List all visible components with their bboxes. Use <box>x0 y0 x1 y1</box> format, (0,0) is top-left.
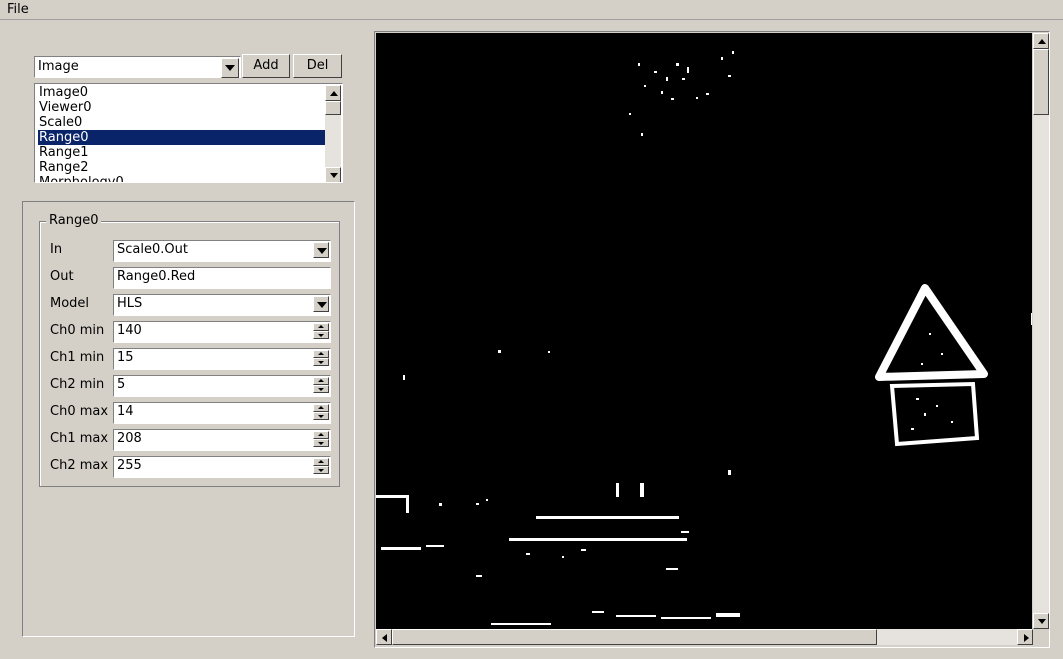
scroll-left-icon[interactable] <box>376 629 392 645</box>
prop-value: 15 <box>117 350 134 365</box>
spin-up-icon[interactable] <box>313 323 329 331</box>
chevron-down-icon[interactable] <box>313 242 329 258</box>
prop-label: Ch1 max <box>50 431 109 446</box>
node-list-item[interactable]: Morphology0 <box>38 175 327 182</box>
spin-down-icon[interactable] <box>313 412 329 420</box>
scroll-up-icon[interactable] <box>1033 33 1049 49</box>
prop-label: Ch0 min <box>50 323 105 338</box>
del-button[interactable]: Del <box>293 54 342 78</box>
chevron-down-icon[interactable] <box>221 58 239 78</box>
spin-buttons[interactable] <box>313 431 329 447</box>
prop-value: Range0.Red <box>117 269 196 284</box>
range-mask-image <box>376 33 1032 629</box>
spin-up-icon[interactable] <box>313 404 329 412</box>
chevron-down-icon[interactable] <box>313 296 329 312</box>
prop-value: 255 <box>117 458 142 473</box>
viewer-vscroll-thumb[interactable] <box>1033 49 1049 115</box>
prop-text-field[interactable]: Range0.Red <box>113 267 331 289</box>
scroll-right-icon[interactable] <box>1017 629 1033 645</box>
prop-label: In <box>50 242 63 257</box>
prop-label: Ch1 min <box>50 350 105 365</box>
prop-value: HLS <box>117 296 143 311</box>
properties-group-title: Range0 <box>46 213 102 229</box>
scroll-down-icon[interactable] <box>1033 613 1049 629</box>
prop-spinbox[interactable]: 208 <box>113 429 331 451</box>
prop-value: Scale0.Out <box>117 242 188 257</box>
prop-label: Model <box>50 296 90 311</box>
node-list-scrollbar[interactable] <box>325 85 341 182</box>
node-list-scroll-thumb[interactable] <box>325 101 341 115</box>
spin-down-icon[interactable] <box>313 466 329 474</box>
prop-select[interactable]: HLS <box>113 294 331 316</box>
node-list-item[interactable]: Range2 <box>38 160 327 175</box>
spin-buttons[interactable] <box>313 404 329 420</box>
node-list-item[interactable]: Range1 <box>38 145 327 160</box>
prop-label: Out <box>50 269 74 284</box>
prop-value: 140 <box>117 323 142 338</box>
prop-value: 5 <box>117 377 126 392</box>
prop-select[interactable]: Scale0.Out <box>113 240 331 262</box>
prop-label: Ch2 min <box>50 377 105 392</box>
spin-down-icon[interactable] <box>313 439 329 447</box>
viewer-image[interactable] <box>376 33 1032 629</box>
prop-spinbox[interactable]: 5 <box>113 375 331 397</box>
prop-value: 14 <box>117 404 134 419</box>
node-list-item[interactable]: Range0 <box>38 130 327 145</box>
spin-buttons[interactable] <box>313 458 329 474</box>
spin-buttons[interactable] <box>313 323 329 339</box>
spin-buttons[interactable] <box>313 377 329 393</box>
prop-spinbox[interactable]: 255 <box>113 456 331 478</box>
node-list[interactable]: Image0 Viewer0 Scale0 Range0 Range1 Range2 Mor… <box>34 83 343 183</box>
node-list-item[interactable]: Viewer0 <box>38 100 327 115</box>
scroll-up-icon[interactable] <box>325 85 341 101</box>
prop-spinbox[interactable]: 140 <box>113 321 331 343</box>
node-type-select[interactable]: Image <box>34 56 241 78</box>
prop-label: Ch2 max <box>50 458 109 473</box>
viewer-horizontal-scrollbar[interactable] <box>376 629 1033 645</box>
spin-buttons[interactable] <box>313 350 329 366</box>
spin-down-icon[interactable] <box>313 331 329 339</box>
spin-down-icon[interactable] <box>313 385 329 393</box>
prop-label: Ch0 max <box>50 404 109 419</box>
prop-spinbox[interactable]: 14 <box>113 402 331 424</box>
viewer-hscroll-thumb[interactable] <box>392 629 877 645</box>
spin-up-icon[interactable] <box>313 431 329 439</box>
node-type-select-value: Image <box>38 59 79 74</box>
menu-file[interactable]: File <box>5 1 31 19</box>
menubar: File <box>0 0 1063 20</box>
add-button[interactable]: Add <box>242 54 290 78</box>
prop-value: 208 <box>117 431 142 446</box>
scroll-down-icon[interactable] <box>325 167 341 182</box>
scrollbar-corner <box>1033 629 1049 645</box>
node-list-item[interactable]: Scale0 <box>38 115 327 130</box>
spin-up-icon[interactable] <box>313 377 329 385</box>
spin-up-icon[interactable] <box>313 350 329 358</box>
spin-up-icon[interactable] <box>313 458 329 466</box>
spin-down-icon[interactable] <box>313 358 329 366</box>
node-list-item[interactable]: Image0 <box>38 85 327 100</box>
viewer-vertical-scrollbar[interactable] <box>1033 33 1049 629</box>
prop-spinbox[interactable]: 15 <box>113 348 331 370</box>
